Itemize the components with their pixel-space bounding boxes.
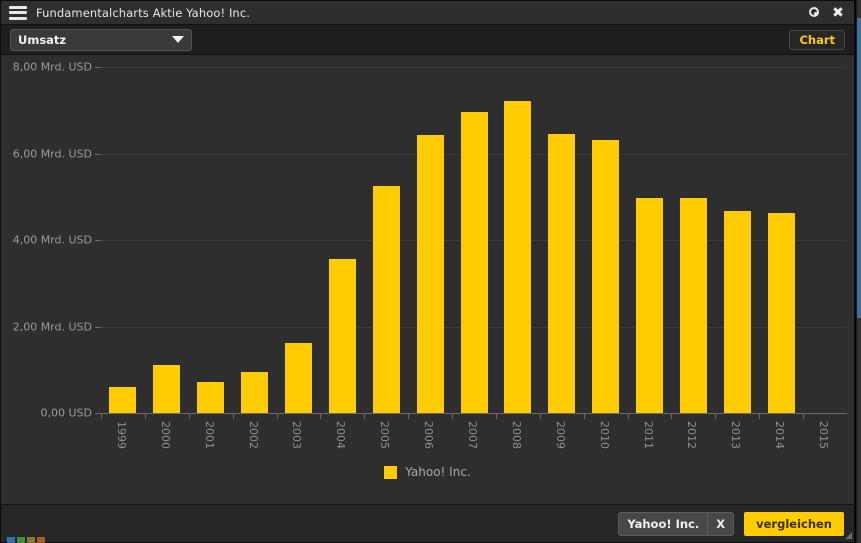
y-axis-tick bbox=[95, 67, 101, 68]
bar[interactable] bbox=[241, 372, 268, 413]
grid-line bbox=[101, 67, 847, 68]
bar[interactable] bbox=[636, 198, 663, 413]
bar[interactable] bbox=[504, 101, 531, 413]
scrollbar-thumb[interactable] bbox=[857, 18, 861, 318]
x-axis-tick bbox=[671, 414, 672, 419]
y-axis-tick bbox=[95, 153, 101, 155]
x-axis-tick bbox=[277, 414, 278, 419]
legend-label: Yahoo! Inc. bbox=[405, 465, 471, 479]
bar[interactable] bbox=[153, 365, 180, 413]
x-axis-label: 2001 bbox=[203, 421, 216, 449]
bar[interactable] bbox=[592, 140, 619, 413]
hamburger-bar bbox=[9, 11, 27, 14]
x-axis-label: 2010 bbox=[598, 421, 611, 449]
x-axis-tick bbox=[803, 414, 804, 419]
background-scrollbar[interactable] bbox=[855, 0, 861, 543]
company-chip-label: Yahoo! Inc. bbox=[627, 516, 700, 531]
bar[interactable] bbox=[548, 134, 575, 413]
taskbar-item[interactable] bbox=[27, 537, 35, 543]
taskbar-item[interactable] bbox=[7, 537, 15, 543]
x-axis-tick bbox=[584, 414, 585, 419]
y-axis-tick bbox=[95, 326, 101, 328]
comparison-footer: Yahoo! Inc. X vergleichen ◢ bbox=[1, 504, 854, 542]
y-axis-label: 8,00 Mrd. USD bbox=[12, 60, 92, 74]
fundamental-charts-window: Fundamentalcharts Aktie Yahoo! Inc. ✖ Um… bbox=[0, 0, 855, 543]
x-axis-tick bbox=[145, 414, 146, 419]
y-axis-label: 2,00 Mrd. USD bbox=[12, 320, 92, 333]
gear-icon-glyph bbox=[809, 6, 819, 17]
chart-type-button[interactable]: Chart bbox=[789, 29, 845, 50]
resize-grip[interactable]: ◢ bbox=[842, 531, 852, 541]
x-axis-label: 2008 bbox=[510, 421, 523, 449]
bar[interactable] bbox=[461, 112, 488, 413]
title-bar-actions: ✖ bbox=[808, 6, 854, 20]
x-axis-label: 2004 bbox=[334, 421, 347, 449]
bar[interactable] bbox=[109, 387, 136, 413]
x-axis-label: 2000 bbox=[159, 421, 172, 449]
company-chip-remove-button[interactable]: X bbox=[707, 512, 733, 535]
x-axis-label: 2011 bbox=[642, 421, 655, 449]
bar[interactable] bbox=[373, 186, 400, 413]
close-icon[interactable]: ✖ bbox=[831, 6, 845, 20]
hamburger-icon[interactable] bbox=[9, 5, 27, 20]
x-axis-label: 2003 bbox=[290, 421, 303, 449]
hamburger-bar bbox=[9, 16, 27, 20]
x-axis-tick bbox=[101, 414, 102, 419]
chart-legend: Yahoo! Inc. bbox=[1, 465, 854, 479]
x-axis-label: 2002 bbox=[247, 421, 260, 449]
bar[interactable] bbox=[197, 382, 224, 413]
bar[interactable] bbox=[724, 211, 751, 413]
gear-icon[interactable] bbox=[808, 6, 822, 20]
x-axis-tick bbox=[452, 414, 453, 419]
bar-chart: Yahoo! Inc. 8,00 Mrd. USD 6,00 Mrd. USD 4,… bbox=[1, 55, 854, 500]
chart-toolbar: Umsatz Chart bbox=[1, 25, 854, 55]
x-axis-tick bbox=[759, 414, 760, 419]
taskbar-peek[interactable] bbox=[2, 535, 45, 543]
bar[interactable] bbox=[768, 213, 795, 413]
bar[interactable] bbox=[680, 198, 707, 413]
compare-button[interactable]: vergleichen bbox=[744, 511, 844, 536]
x-axis-tick bbox=[628, 414, 629, 419]
app-root: Fundamentalcharts Aktie Yahoo! Inc. ✖ Um… bbox=[0, 0, 861, 543]
x-axis-tick bbox=[233, 414, 234, 419]
x-axis-label: 2005 bbox=[378, 421, 391, 449]
legend-swatch bbox=[384, 465, 398, 479]
x-axis-label: 1999 bbox=[115, 421, 128, 449]
x-axis-label: 2013 bbox=[729, 421, 742, 449]
taskbar-item[interactable] bbox=[17, 537, 25, 543]
y-axis-label: 0,00 USD bbox=[40, 406, 93, 420]
x-axis-label: 2006 bbox=[422, 421, 435, 449]
x-axis-line bbox=[101, 413, 847, 414]
x-axis-label: 2009 bbox=[554, 421, 567, 449]
x-axis-tick bbox=[320, 414, 321, 419]
title-bar: Fundamentalcharts Aktie Yahoo! Inc. ✖ bbox=[1, 1, 854, 25]
hamburger-bar bbox=[9, 5, 27, 9]
window-title: Fundamentalcharts Aktie Yahoo! Inc. bbox=[36, 5, 251, 20]
x-axis-tick bbox=[364, 414, 365, 419]
x-axis-tick bbox=[408, 414, 409, 419]
x-axis-tick bbox=[715, 414, 716, 419]
x-axis-label: 2012 bbox=[685, 421, 698, 449]
x-axis-label: 2007 bbox=[466, 421, 479, 449]
chart-panel: Yahoo! Inc. 8,00 Mrd. USD 6,00 Mrd. USD 4,… bbox=[1, 55, 854, 504]
close-icon-glyph: ✖ bbox=[832, 4, 844, 21]
x-axis-label: 2014 bbox=[773, 421, 786, 449]
bar[interactable] bbox=[329, 259, 356, 413]
metric-select-value: Umsatz bbox=[18, 32, 67, 47]
x-axis-label: 2015 bbox=[817, 421, 830, 449]
x-axis-tick bbox=[189, 414, 190, 419]
taskbar-item[interactable] bbox=[37, 537, 45, 543]
y-axis-label: 4,00 Mrd. USD bbox=[12, 233, 92, 247]
y-axis-tick bbox=[95, 240, 101, 241]
chevron-down-icon bbox=[172, 36, 184, 43]
metric-select[interactable]: Umsatz bbox=[10, 28, 192, 51]
bar[interactable] bbox=[417, 135, 444, 413]
x-axis-tick bbox=[540, 414, 541, 419]
company-chip[interactable]: Yahoo! Inc. X bbox=[618, 511, 735, 536]
bar[interactable] bbox=[285, 343, 312, 413]
y-axis-label: 6,00 Mrd. USD bbox=[12, 147, 92, 160]
x-axis-tick bbox=[496, 414, 497, 419]
